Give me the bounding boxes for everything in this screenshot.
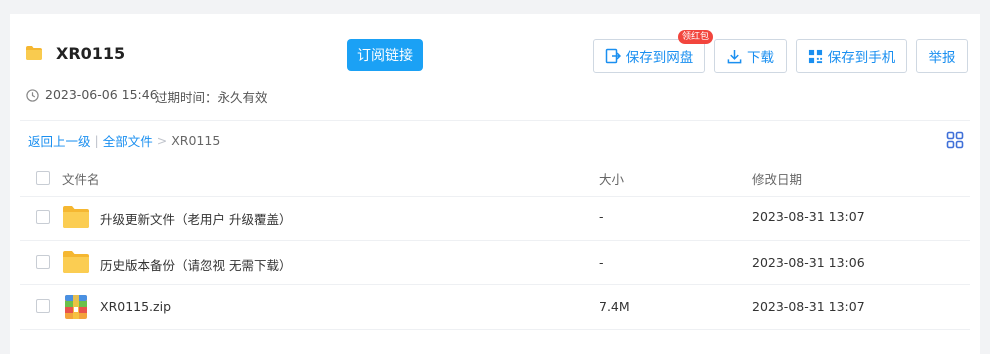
select-all-checkbox[interactable] <box>36 171 50 185</box>
save-to-disk-label: 保存到网盘 <box>625 50 694 66</box>
row-checkbox[interactable] <box>36 210 50 224</box>
file-modified-date: 2023-08-31 13:07 <box>752 299 865 314</box>
download-button[interactable]: 下载 <box>714 39 787 73</box>
download-label: 下载 <box>747 50 774 66</box>
file-size: 7.4M <box>599 299 630 314</box>
download-icon <box>727 49 742 63</box>
divider <box>20 240 970 241</box>
breadcrumb-separator: > <box>156 133 168 148</box>
file-size: - <box>599 255 604 270</box>
divider <box>20 284 970 285</box>
zip-file-icon <box>65 295 87 319</box>
grid-view-icon[interactable] <box>946 131 964 149</box>
column-header-name[interactable]: 文件名 <box>62 169 100 188</box>
file-name[interactable]: 历史版本备份（请忽视 无需下载） <box>100 255 291 274</box>
divider <box>20 196 970 197</box>
breadcrumb: 返回上一级 | 全部文件 > XR0115 <box>28 131 220 150</box>
divider <box>20 329 970 330</box>
file-modified-date: 2023-08-31 13:06 <box>752 255 865 270</box>
breadcrumb-back-link[interactable]: 返回上一级 <box>28 131 91 150</box>
save-to-phone-button[interactable]: 保存到手机 <box>796 39 907 73</box>
file-name[interactable]: XR0115.zip <box>100 299 171 314</box>
row-checkbox[interactable] <box>36 255 50 269</box>
folder-icon <box>63 251 89 273</box>
share-panel: XR0115 订阅链接 保存到网盘 领红包 下载 保存到手机 举报 2023-0… <box>10 14 980 354</box>
save-to-disk-icon <box>605 48 621 64</box>
page-title: XR0115 <box>56 44 126 63</box>
save-to-disk-button[interactable]: 保存到网盘 <box>593 39 705 73</box>
file-modified-date: 2023-08-31 13:07 <box>752 209 865 224</box>
divider <box>20 120 970 121</box>
qr-code-icon <box>808 49 822 63</box>
column-header-size[interactable]: 大小 <box>599 169 624 188</box>
clock-icon <box>26 89 39 102</box>
breadcrumb-separator: | <box>94 133 99 148</box>
red-envelope-badge[interactable]: 领红包 <box>678 30 714 44</box>
column-header-modified[interactable]: 修改日期 <box>752 169 802 188</box>
row-checkbox[interactable] <box>36 299 50 313</box>
expire-time: 过期时间：永久有效 <box>155 90 268 105</box>
file-size: - <box>599 209 604 224</box>
folder-icon <box>63 206 89 228</box>
save-to-phone-label: 保存到手机 <box>827 50 896 66</box>
share-date: 2023-06-06 15:46 <box>45 87 158 102</box>
subscribe-link-button[interactable]: 订阅链接 <box>347 39 423 71</box>
breadcrumb-all-files-link[interactable]: 全部文件 <box>103 131 153 150</box>
report-button[interactable]: 举报 <box>916 39 968 73</box>
folder-icon <box>26 46 42 60</box>
breadcrumb-current: XR0115 <box>171 133 221 148</box>
file-name[interactable]: 升级更新文件（老用户 升级覆盖） <box>100 209 291 228</box>
